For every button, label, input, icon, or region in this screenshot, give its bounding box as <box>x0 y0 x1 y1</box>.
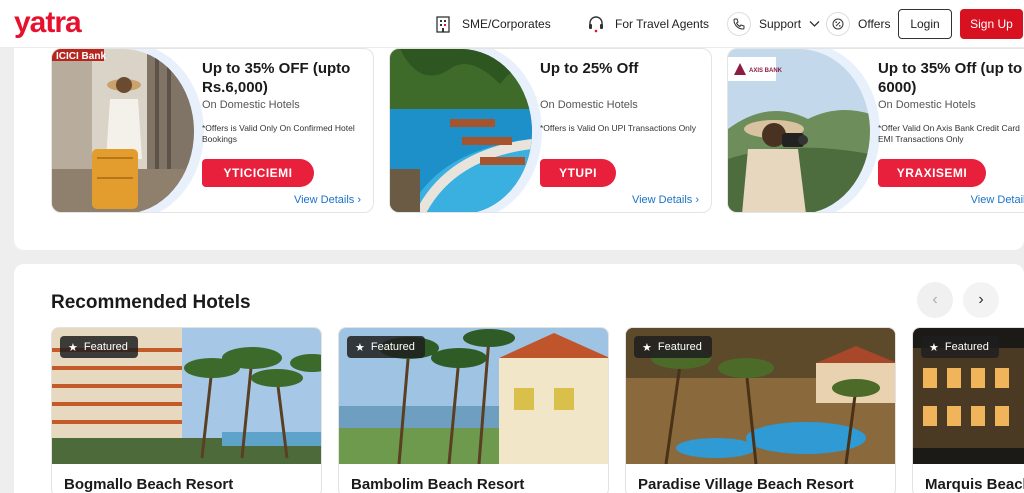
offer-terms: *Offers is Valid Only On Confirmed Hotel… <box>202 123 355 144</box>
hotel-name: Bambolim Beach Resort <box>351 476 525 493</box>
offer-title: Up to 35% Off (up to Rs. 6000) <box>878 60 1024 96</box>
star-icon: ★ <box>642 341 652 354</box>
offer-card[interactable]: ICICI Bank Up to 35% OFF (upto Rs.6,000)… <box>51 48 374 213</box>
nav-travel-agents[interactable]: For Travel Agents <box>585 12 709 36</box>
view-details-link[interactable]: View Details › <box>632 194 699 206</box>
hotel-name: Marquis Beach <box>925 476 1024 493</box>
offer-image <box>390 49 532 212</box>
axis-logo-text: AXIS BANK <box>749 68 783 74</box>
hotel-card[interactable]: ★ Featured Bogmallo Beach Resort <box>51 327 322 493</box>
nav-support[interactable]: Support <box>727 12 820 36</box>
icici-logo-text: ICICI Bank <box>56 51 106 62</box>
hotel-card[interactable]: ★ Featured Marquis Beach <box>912 327 1024 493</box>
hotel-card[interactable]: ★ Featured Paradise Village Beach Resort <box>625 327 896 493</box>
featured-badge: ★ Featured <box>60 336 138 358</box>
nav-offers[interactable]: Offers <box>826 12 890 36</box>
offer-subtitle: On Domestic Hotels <box>540 99 638 111</box>
chevron-down-icon <box>809 17 820 31</box>
offer-image: AXIS BANK <box>728 49 870 212</box>
offer-subtitle: On Domestic Hotels <box>202 99 300 111</box>
offer-title: Up to 35% OFF (upto Rs.6,000) <box>202 60 351 96</box>
star-icon: ★ <box>929 341 939 354</box>
hotel-card[interactable]: ★ Featured Bambolim Beach Resort <box>338 327 609 493</box>
offer-tag-icon <box>826 12 850 36</box>
chevron-right-icon: › <box>695 194 699 206</box>
chevron-right-icon: › <box>357 194 361 206</box>
promo-code-badge[interactable]: YRAXISEMI <box>878 159 986 187</box>
offer-terms: *Offers is Valid On UPI Transactions Onl… <box>540 123 697 133</box>
chevron-left-icon: ‹ <box>932 291 938 308</box>
headset-icon <box>585 13 607 35</box>
offer-title: Up to 25% Off <box>540 60 639 77</box>
building-icon <box>432 13 454 35</box>
offer-image: ICICI Bank <box>52 49 194 212</box>
carousel-next-button[interactable]: › <box>963 282 999 318</box>
nav-agents-label: For Travel Agents <box>615 17 710 31</box>
featured-badge: ★ Featured <box>921 336 999 358</box>
nav-sme-corporates[interactable]: SME/Corporates <box>432 12 551 36</box>
login-button[interactable]: Login <box>898 9 952 39</box>
offer-terms: *Offer Valid On Axis Bank Credit Card EM… <box>878 123 1020 144</box>
offer-subtitle: On Domestic Hotels <box>878 99 976 111</box>
yatra-logo[interactable]: yatra <box>14 6 82 40</box>
carousel-prev-button[interactable]: ‹ <box>917 282 953 318</box>
promo-code-badge[interactable]: YTICICIEMI <box>202 159 314 187</box>
nav-support-label: Support <box>759 17 802 31</box>
view-details-link[interactable]: View Details › <box>294 194 361 206</box>
phone-icon <box>727 12 751 36</box>
offer-card[interactable]: Up to 25% Off On Domestic Hotels *Offers… <box>389 48 712 213</box>
featured-badge: ★ Featured <box>347 336 425 358</box>
nav-offers-label: Offers <box>858 17 891 31</box>
offer-card[interactable]: AXIS BANK Up to 35% Off (up to Rs. 6000)… <box>727 48 1024 213</box>
promo-code-badge[interactable]: YTUPI <box>540 159 616 187</box>
nav-sme-label: SME/Corporates <box>462 17 551 31</box>
featured-badge: ★ Featured <box>634 336 712 358</box>
view-details-link[interactable]: View Details <box>971 194 1024 206</box>
top-header: yatra SME/Corporates For Travel Agents S… <box>0 0 1024 48</box>
hotel-name: Paradise Village Beach Resort <box>638 476 854 493</box>
section-title: Recommended Hotels <box>51 292 251 313</box>
star-icon: ★ <box>355 341 365 354</box>
hotel-name: Bogmallo Beach Resort <box>64 476 234 493</box>
signup-button[interactable]: Sign Up <box>960 9 1023 39</box>
chevron-right-icon: › <box>978 291 984 308</box>
star-icon: ★ <box>68 341 78 354</box>
